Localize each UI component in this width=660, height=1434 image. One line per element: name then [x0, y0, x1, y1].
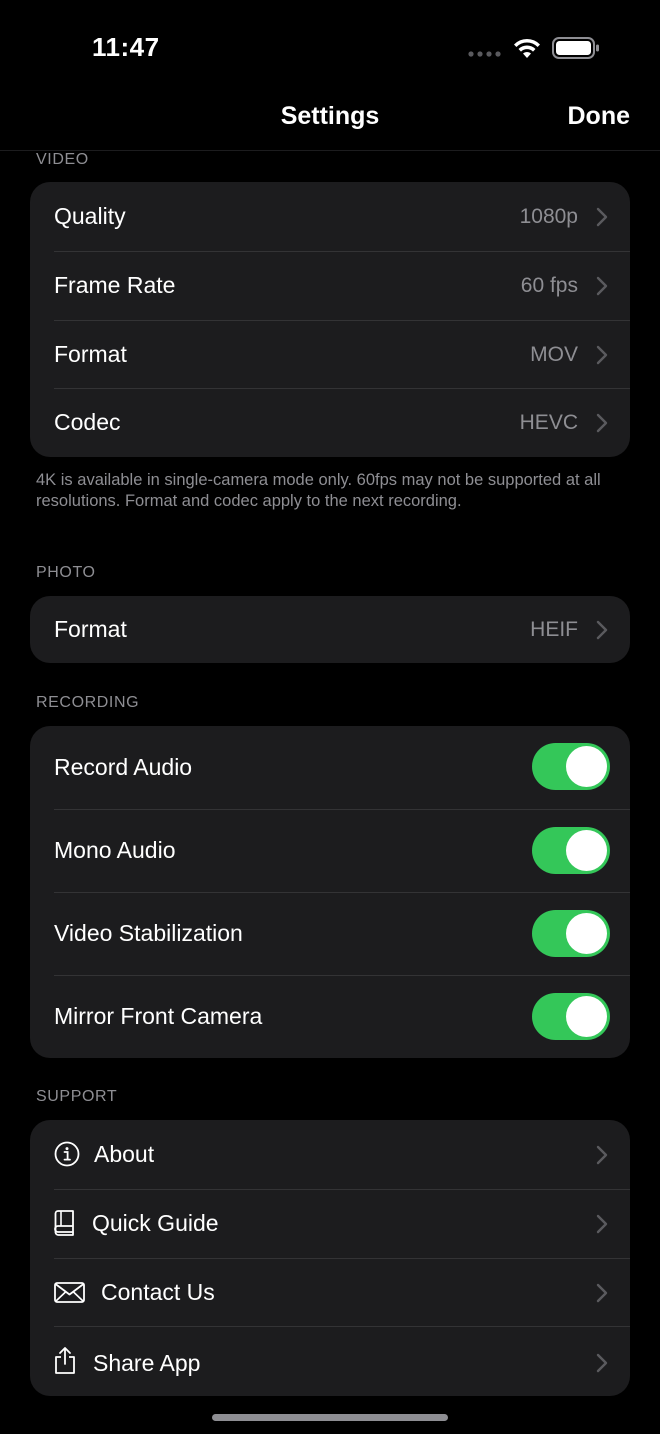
contact-us-row[interactable]: Contact Us — [30, 1258, 630, 1326]
video-stabilization-toggle[interactable] — [532, 910, 610, 957]
section-header-photo: PHOTO — [36, 564, 96, 581]
chevron-right-icon — [596, 1353, 608, 1373]
row-label: Mirror Front Camera — [54, 1003, 263, 1029]
support-group: About Quick Guide Contact Us Share App — [30, 1120, 630, 1396]
status-time: 11:47 — [92, 32, 160, 62]
chevron-right-icon — [596, 1283, 608, 1303]
video-frame-rate-row[interactable]: Frame Rate 60 fps — [30, 251, 630, 320]
row-value: MOV — [530, 343, 578, 366]
chevron-right-icon — [596, 1214, 608, 1234]
toggle-knob — [566, 996, 607, 1037]
row-label: Contact Us — [101, 1279, 215, 1305]
record-audio-row: Record Audio — [30, 726, 630, 809]
row-label: Quick Guide — [92, 1210, 219, 1236]
row-label: About — [94, 1141, 155, 1167]
row-value: 1080p — [519, 205, 578, 228]
row-value: HEVC — [519, 411, 578, 434]
row-value: 60 fps — [520, 274, 578, 297]
video-quality-row[interactable]: Quality 1080p — [30, 182, 630, 251]
wifi-icon — [514, 38, 540, 58]
book-icon — [54, 1210, 74, 1236]
chevron-right-icon — [596, 1145, 608, 1165]
toggle-knob — [566, 913, 607, 954]
row-label: Record Audio — [54, 754, 193, 780]
info-icon — [54, 1141, 80, 1167]
recording-settings-group: Record Audio Mono Audio Video Stabilizat… — [30, 726, 630, 1058]
photo-format-row[interactable]: Format HEIF — [30, 596, 630, 663]
video-format-row[interactable]: Format MOV — [30, 320, 630, 388]
mono-audio-row: Mono Audio — [30, 809, 630, 892]
section-header-recording: RECORDING — [36, 694, 140, 711]
row-label: Codec — [54, 409, 121, 435]
about-row[interactable]: About — [30, 1120, 630, 1189]
row-label: Format — [54, 341, 127, 367]
row-label: Frame Rate — [54, 272, 176, 298]
section-header-video: VIDEO — [36, 151, 89, 168]
navigation-bar: Settings Done — [0, 90, 660, 151]
record-audio-toggle[interactable] — [532, 743, 610, 790]
video-footer-note: 4K is available in single-camera mode on… — [36, 471, 601, 510]
home-indicator — [212, 1414, 448, 1421]
toggle-knob — [566, 830, 607, 871]
share-app-row[interactable]: Share App — [30, 1326, 630, 1396]
done-button[interactable]: Done — [568, 102, 631, 131]
battery-icon — [552, 37, 599, 59]
row-label: Quality — [54, 203, 126, 229]
mono-audio-toggle[interactable] — [532, 827, 610, 874]
share-icon — [55, 1347, 75, 1374]
chevron-right-icon — [596, 207, 608, 227]
chevron-right-icon — [596, 276, 608, 296]
toggle-knob — [566, 746, 607, 787]
video-settings-group: Quality 1080p Frame Rate 60 fps Format M… — [30, 182, 630, 457]
chevron-right-icon — [596, 345, 608, 365]
envelope-icon — [54, 1282, 85, 1303]
video-stabilization-row: Video Stabilization — [30, 892, 630, 975]
row-label: Format — [54, 616, 127, 642]
page-title: Settings — [280, 102, 380, 130]
video-codec-row[interactable]: Codec HEVC — [30, 388, 630, 457]
row-label: Share App — [93, 1350, 201, 1376]
status-bar: 11:47 — [0, 0, 660, 90]
row-value: HEIF — [530, 618, 578, 641]
row-label: Video Stabilization — [54, 920, 243, 946]
section-header-support: SUPPORT — [36, 1088, 118, 1105]
cellular-signal-icon — [468, 51, 501, 57]
mirror-front-camera-toggle[interactable] — [532, 993, 610, 1040]
chevron-right-icon — [596, 413, 608, 433]
row-label: Mono Audio — [54, 837, 176, 863]
photo-settings-group: Format HEIF — [30, 596, 630, 663]
quick-guide-row[interactable]: Quick Guide — [30, 1189, 630, 1258]
chevron-right-icon — [596, 620, 608, 640]
mirror-front-camera-row: Mirror Front Camera — [30, 975, 630, 1058]
